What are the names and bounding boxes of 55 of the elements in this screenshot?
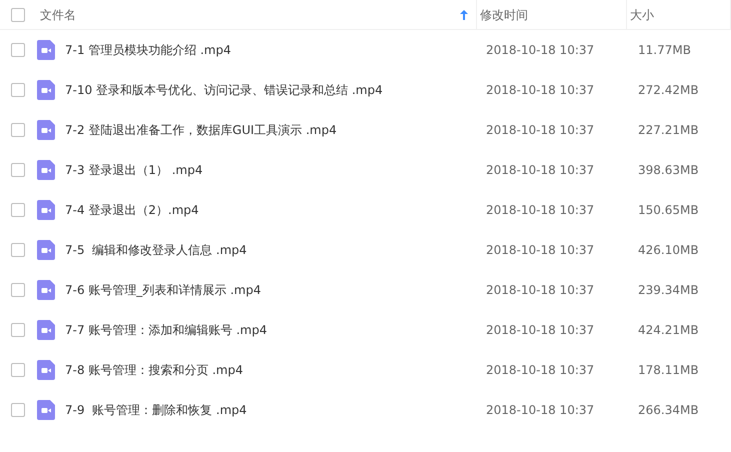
file-name[interactable]: 7-9 账号管理：删除和恢复 .mp4 [65,401,247,419]
modified-time: 2018-10-18 10:37 [485,122,596,139]
file-size: 426.10MB [637,242,699,259]
modified-time: 2018-10-18 10:37 [485,322,596,339]
column-header[interactable]: 文件名 [40,6,76,24]
video-file-icon [37,160,55,180]
file-name[interactable]: 7-3 登录退出（1） .mp4 [65,161,203,179]
checkbox[interactable] [11,8,25,22]
video-file-icon [37,360,55,380]
modified-time: 2018-10-18 10:37 [485,202,596,219]
video-file-icon [37,400,55,420]
checkbox[interactable] [11,203,25,217]
column-header[interactable]: 大小 [630,6,654,24]
modified-time: 2018-10-18 10:37 [485,362,596,379]
file-size: 424.21MB [637,322,699,339]
video-file-icon [37,200,55,220]
file-size: 272.42MB [637,82,699,99]
video-file-icon [37,120,55,140]
file-size: 266.34MB [637,402,699,419]
checkbox[interactable] [11,163,25,177]
file-name[interactable]: 7-6 账号管理_列表和详情展示 .mp4 [65,281,261,299]
file-name[interactable]: 7-7 账号管理：添加和编辑账号 .mp4 [65,321,267,339]
file-size: 11.77MB [637,42,691,59]
checkbox[interactable] [11,323,25,337]
file-name[interactable]: 7-10 登录和版本号优化、访问记录、错误记录和总结 .mp4 [65,81,383,99]
file-size: 227.21MB [637,122,699,139]
video-file-icon [37,40,55,60]
checkbox[interactable] [11,243,25,257]
video-file-icon [37,320,55,340]
modified-time: 2018-10-18 10:37 [485,282,596,299]
video-file-icon [37,80,55,100]
file-name[interactable]: 7-1 管理员模块功能介绍 .mp4 [65,41,231,59]
file-size: 398.63MB [637,162,699,179]
file-name[interactable]: 7-4 登录退出（2）.mp4 [65,201,199,219]
file-name[interactable]: 7-5 编辑和修改登录人信息 .mp4 [65,241,247,259]
file-size: 239.34MB [637,282,699,299]
file-size: 150.65MB [637,202,699,219]
checkbox[interactable] [11,83,25,97]
sort-arrow-icon[interactable] [460,10,468,20]
checkbox[interactable] [11,363,25,377]
file-name[interactable]: 7-2 登陆退出准备工作，数据库GUI工具演示 .mp4 [65,121,337,139]
modified-time: 2018-10-18 10:37 [485,162,596,179]
video-file-icon [37,280,55,300]
checkbox[interactable] [11,43,25,57]
video-file-icon [37,240,55,260]
checkbox[interactable] [11,403,25,417]
modified-time: 2018-10-18 10:37 [485,42,596,59]
checkbox[interactable] [11,123,25,137]
file-size: 178.11MB [637,362,699,379]
modified-time: 2018-10-18 10:37 [485,82,596,99]
file-name[interactable]: 7-8 账号管理：搜索和分页 .mp4 [65,361,243,379]
modified-time: 2018-10-18 10:37 [485,402,596,419]
modified-time: 2018-10-18 10:37 [485,242,596,259]
checkbox[interactable] [11,283,25,297]
column-header[interactable]: 修改时间 [480,6,528,24]
